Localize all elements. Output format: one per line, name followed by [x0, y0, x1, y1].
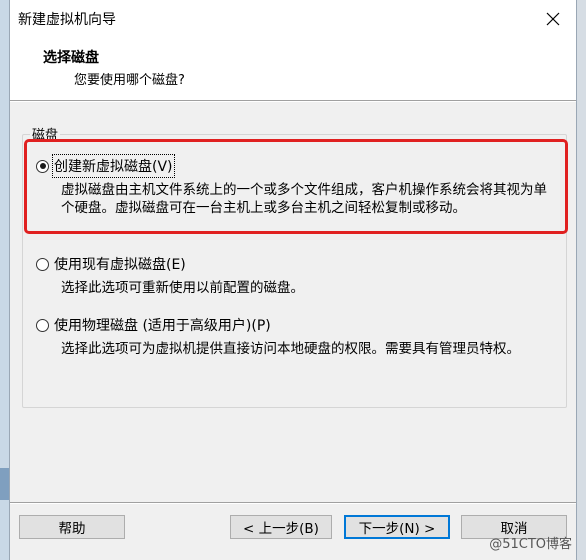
footer-divider-light: [10, 503, 576, 504]
window-title: 新建虚拟机向导: [18, 12, 116, 28]
close-icon: [546, 12, 560, 25]
wizard-header: 选择磁盘 您要使用哪个磁盘?: [10, 37, 576, 101]
option-label[interactable]: 使用现有虚拟磁盘(E): [54, 254, 186, 274]
close-button[interactable]: [530, 0, 576, 37]
help-button[interactable]: 帮助: [19, 515, 125, 539]
option-description: 选择此选项可为虚拟机提供直接访问本地硬盘的权限。需要具有管理员特权。: [61, 341, 520, 357]
title-bar: 新建虚拟机向导: [10, 0, 576, 37]
next-button[interactable]: 下一步(N) >: [344, 515, 450, 539]
radio-use-physical-disk[interactable]: [36, 318, 49, 332]
page-title: 选择磁盘: [43, 50, 99, 66]
option-use-physical-disk[interactable]: 使用物理磁盘 (适用于高级用户)(P): [36, 315, 271, 335]
annotation-highlight-box: [24, 139, 568, 234]
option-label[interactable]: 使用物理磁盘 (适用于高级用户)(P): [54, 315, 271, 335]
header-divider: [10, 101, 576, 102]
option-use-existing-disk[interactable]: 使用现有虚拟磁盘(E): [36, 254, 186, 274]
page-subtitle: 您要使用哪个磁盘?: [74, 73, 185, 88]
new-vm-wizard-dialog: 新建虚拟机向导 选择磁盘 您要使用哪个磁盘? 磁盘 创建新虚拟磁盘(V) 虚拟磁…: [9, 0, 577, 560]
watermark: @51CTO博客: [489, 537, 572, 552]
option-description: 选择此选项可重新使用以前配置的磁盘。: [61, 280, 304, 296]
back-button[interactable]: < 上一步(B): [230, 515, 332, 539]
radio-use-existing-disk[interactable]: [36, 257, 49, 271]
